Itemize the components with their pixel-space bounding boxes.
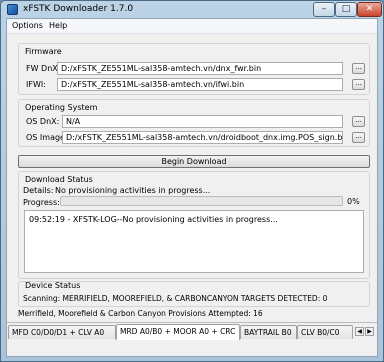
tab-scroll-right-icon[interactable]: ▶ (365, 327, 374, 336)
fw-dnx-browse-button[interactable]: ... (352, 63, 365, 74)
menu-options[interactable]: Options (12, 21, 43, 30)
menu-help[interactable]: Help (49, 21, 67, 30)
window-title: xFSTK Downloader 1.7.0 (23, 4, 134, 14)
firmware-group-title: Firmware (25, 47, 62, 56)
tab-mfd[interactable]: MFD C0/D0/D1 + CLV A0 (8, 325, 116, 339)
title-bar[interactable]: xFSTK Downloader 1.7.0 – □ ✕ (1, 1, 383, 18)
progress-label: Progress: (23, 198, 60, 207)
client-area: Options Help Firmware FW DnX: D:/xFSTK_Z… (6, 18, 378, 357)
begin-download-button[interactable]: Begin Download (18, 155, 370, 168)
app-window: xFSTK Downloader 1.7.0 – □ ✕ Options Hel… (0, 0, 384, 362)
details-value: No provisioning activities in progress..… (55, 186, 211, 195)
scanning-status: Scanning: MERRIFIELD, MOOREFIELD, & CARB… (23, 294, 328, 303)
close-button[interactable]: ✕ (357, 2, 382, 17)
tab-baytrail[interactable]: BAYTRAIL B0 (240, 325, 297, 339)
device-tabs: MFD C0/D0/D1 + CLV A0 MRD A0/B0 + MOOR A… (7, 322, 377, 340)
maximize-button[interactable]: □ (335, 2, 357, 17)
os-dnx-browse-button[interactable]: ... (352, 116, 365, 127)
provision-summary: Merrifield, Moorefield & Carbon Canyon P… (18, 309, 263, 318)
os-dnx-label: OS DnX: (26, 117, 60, 126)
fw-dnx-label: FW DnX: (26, 64, 61, 73)
os-image-field[interactable]: D:/xFSTK_ZE551ML-sal358-amtech.vn/droidb… (62, 131, 343, 144)
menu-bar: Options Help (7, 19, 377, 34)
tab-scroll-left-icon[interactable]: ◀ (355, 327, 364, 336)
details-label: Details: (23, 186, 54, 195)
tab-mrd[interactable]: MRD A0/B0 + MOOR A0 + CRC (116, 324, 240, 340)
device-status-title: Device Status (25, 281, 81, 290)
os-group: Operating System OS DnX: N/A ... OS Imag… (18, 99, 370, 147)
download-progress-bar (60, 196, 343, 206)
ifwi-browse-button[interactable]: ... (352, 79, 365, 90)
app-icon (7, 4, 18, 15)
os-dnx-field[interactable]: N/A (62, 115, 343, 128)
minimize-button[interactable]: – (313, 2, 335, 17)
log-output[interactable]: 09:52:19 - XFSTK-LOG--No provisioning ac… (24, 210, 364, 273)
os-image-browse-button[interactable]: ... (352, 132, 365, 143)
fw-dnx-field[interactable]: D:/xFSTK_ZE551ML-sal358-amtech.vn/dnx_fw… (57, 62, 343, 75)
firmware-group: Firmware FW DnX: D:/xFSTK_ZE551ML-sal358… (18, 43, 370, 95)
device-status-group: Device Status Scanning: MERRIFIELD, MOOR… (18, 281, 370, 307)
tab-clv[interactable]: CLV B0/C0 (297, 325, 353, 339)
log-line: 09:52:19 - XFSTK-LOG--No provisioning ac… (29, 215, 278, 224)
download-status-title: Download Status (25, 175, 93, 184)
ifwi-label: IFWI: (26, 80, 46, 89)
progress-percent: 0% (347, 197, 360, 206)
os-group-title: Operating System (25, 103, 98, 112)
ifwi-field[interactable]: D:/xFSTK_ZE551ML-sal358-amtech.vn/ifwi.b… (57, 78, 343, 91)
